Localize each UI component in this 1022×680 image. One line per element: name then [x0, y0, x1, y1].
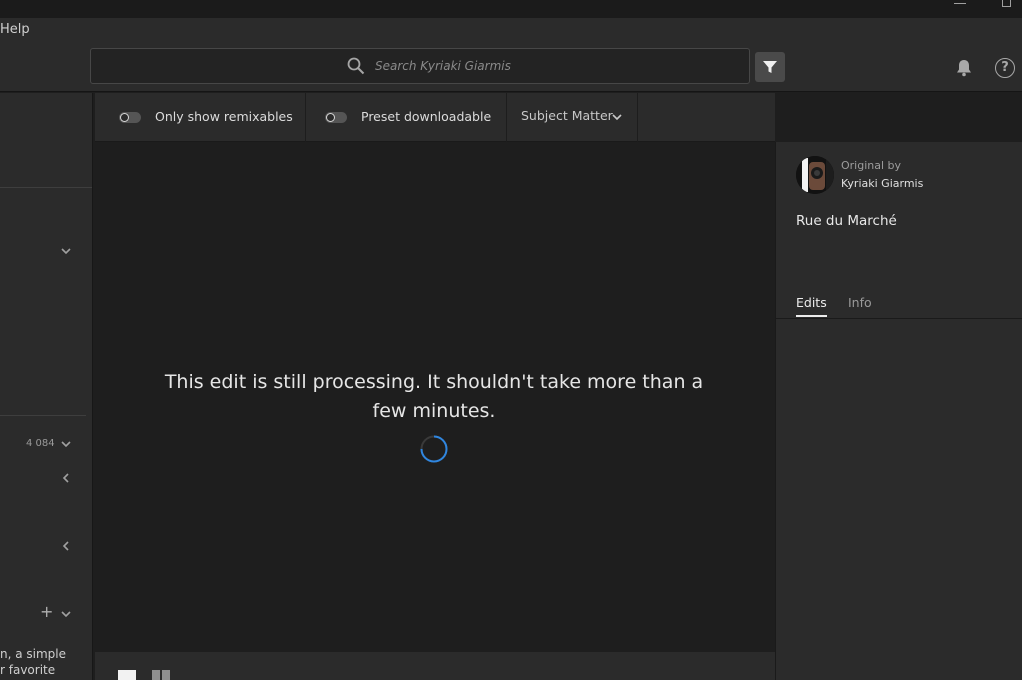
view-mode-bar	[95, 652, 775, 680]
sidebar-snippet: n, a simple	[0, 647, 67, 661]
filter-button[interactable]	[755, 52, 785, 82]
search-input[interactable]: Search Kyriaki Giarmis	[90, 48, 750, 84]
minimize-icon[interactable]	[954, 3, 966, 4]
panel-tabs: Edits Info	[776, 293, 1022, 319]
preset-label: Preset downloadable	[361, 109, 492, 124]
processing-message: This edit is still processing. It should…	[164, 371, 704, 422]
menu-bar: Help	[0, 18, 1022, 42]
spinner-icon	[420, 435, 448, 463]
chevron-left-icon[interactable]	[60, 540, 72, 552]
remixables-toggle[interactable]	[119, 112, 141, 123]
split-view-icon[interactable]	[162, 670, 170, 680]
menu-item-help[interactable]: Help	[0, 22, 30, 37]
image-preview: This edit is still processing. It should…	[95, 142, 775, 652]
original-by-label: Original by	[841, 159, 902, 172]
preset-toggle[interactable]	[325, 112, 347, 123]
split-view-icon[interactable]	[152, 670, 160, 680]
preset-filter[interactable]: Preset downloadable	[306, 93, 507, 142]
filter-bar: Only show remixables Preset downloadable…	[95, 93, 775, 142]
subject-matter-dropdown[interactable]: Subject Matter	[507, 93, 638, 142]
chevron-down-icon	[612, 114, 622, 121]
subject-matter-label: Subject Matter	[521, 108, 613, 123]
avatar[interactable]	[796, 156, 834, 194]
search-icon	[347, 57, 365, 75]
left-sidebar: 4 084 + n, a simple r favorite	[0, 93, 93, 680]
plus-icon[interactable]: +	[40, 602, 53, 621]
tab-edits[interactable]: Edits	[796, 295, 827, 317]
search-placeholder: Search Kyriaki Giarmis	[375, 59, 511, 73]
tab-info[interactable]: Info	[848, 295, 872, 310]
details-panel: Original by Kyriaki Giarmis Rue du March…	[775, 142, 1022, 680]
filter-icon	[763, 61, 777, 73]
single-view-icon[interactable]	[118, 670, 136, 680]
remixables-filter[interactable]: Only show remixables	[95, 93, 306, 142]
sidebar-count: 4 084	[26, 438, 55, 449]
author-name[interactable]: Kyriaki Giarmis	[841, 177, 923, 190]
sidebar-divider	[0, 415, 86, 416]
chevron-down-icon[interactable]	[60, 438, 72, 450]
remixables-label: Only show remixables	[155, 109, 293, 124]
bell-icon[interactable]	[956, 59, 972, 77]
help-icon[interactable]: ?	[995, 58, 1015, 78]
top-bar: Search Kyriaki Giarmis ?	[0, 42, 1022, 92]
chevron-left-icon[interactable]	[60, 472, 72, 484]
maximize-icon[interactable]	[1002, 0, 1011, 7]
sidebar-snippet: r favorite	[0, 663, 56, 677]
window-titlebar	[0, 0, 1022, 18]
sidebar-divider	[0, 187, 92, 188]
chevron-down-icon[interactable]	[60, 245, 72, 257]
chevron-down-icon[interactable]	[60, 608, 72, 620]
photo-title: Rue du Marché	[796, 213, 897, 229]
